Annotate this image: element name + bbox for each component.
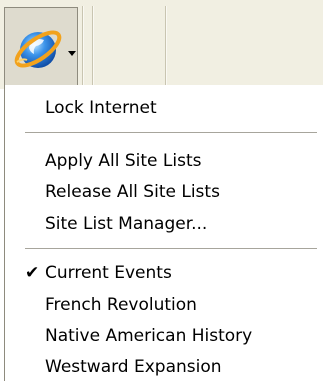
menu-item-label: Native American History bbox=[45, 326, 253, 346]
toolbar-separator-highlight bbox=[83, 6, 84, 86]
dropdown-arrow-icon bbox=[68, 51, 76, 56]
menu-separator bbox=[25, 248, 317, 249]
menu-item-label: Apply All Site Lists bbox=[45, 151, 202, 171]
internet-dropdown-button[interactable] bbox=[4, 7, 78, 86]
internet-explorer-globe-icon bbox=[14, 30, 62, 68]
menu-item-label: Lock Internet bbox=[45, 98, 157, 118]
toolbar bbox=[0, 0, 323, 89]
menu-item-label: Westward Expansion bbox=[45, 357, 222, 377]
menu-item-label: Current Events bbox=[45, 263, 172, 283]
menu-item-native-american-history[interactable]: Native American History bbox=[5, 321, 323, 351]
toolbar-separator-highlight bbox=[93, 6, 94, 86]
menu-item-french-revolution[interactable]: French Revolution bbox=[5, 290, 323, 320]
menu-item-lock-internet[interactable]: Lock Internet bbox=[5, 93, 323, 123]
menu-item-release-all-site-lists[interactable]: Release All Site Lists bbox=[5, 177, 323, 207]
menu-item-label: Release All Site Lists bbox=[45, 182, 220, 202]
menu-item-westward-expansion[interactable]: Westward Expansion bbox=[5, 352, 323, 382]
menu-item-apply-all-site-lists[interactable]: Apply All Site Lists bbox=[5, 146, 323, 176]
menu-item-label: Site List Manager... bbox=[45, 214, 208, 234]
menu-item-site-list-manager[interactable]: Site List Manager... bbox=[5, 209, 323, 239]
menu-item-current-events[interactable]: ✔ Current Events bbox=[5, 258, 323, 288]
menu-separator bbox=[25, 132, 317, 133]
menu-item-label: French Revolution bbox=[45, 295, 197, 315]
checkmark-icon: ✔ bbox=[25, 263, 40, 283]
toolbar-separator-highlight bbox=[166, 6, 167, 86]
dropdown-menu: Lock Internet Apply All Site Lists Relea… bbox=[4, 85, 323, 381]
